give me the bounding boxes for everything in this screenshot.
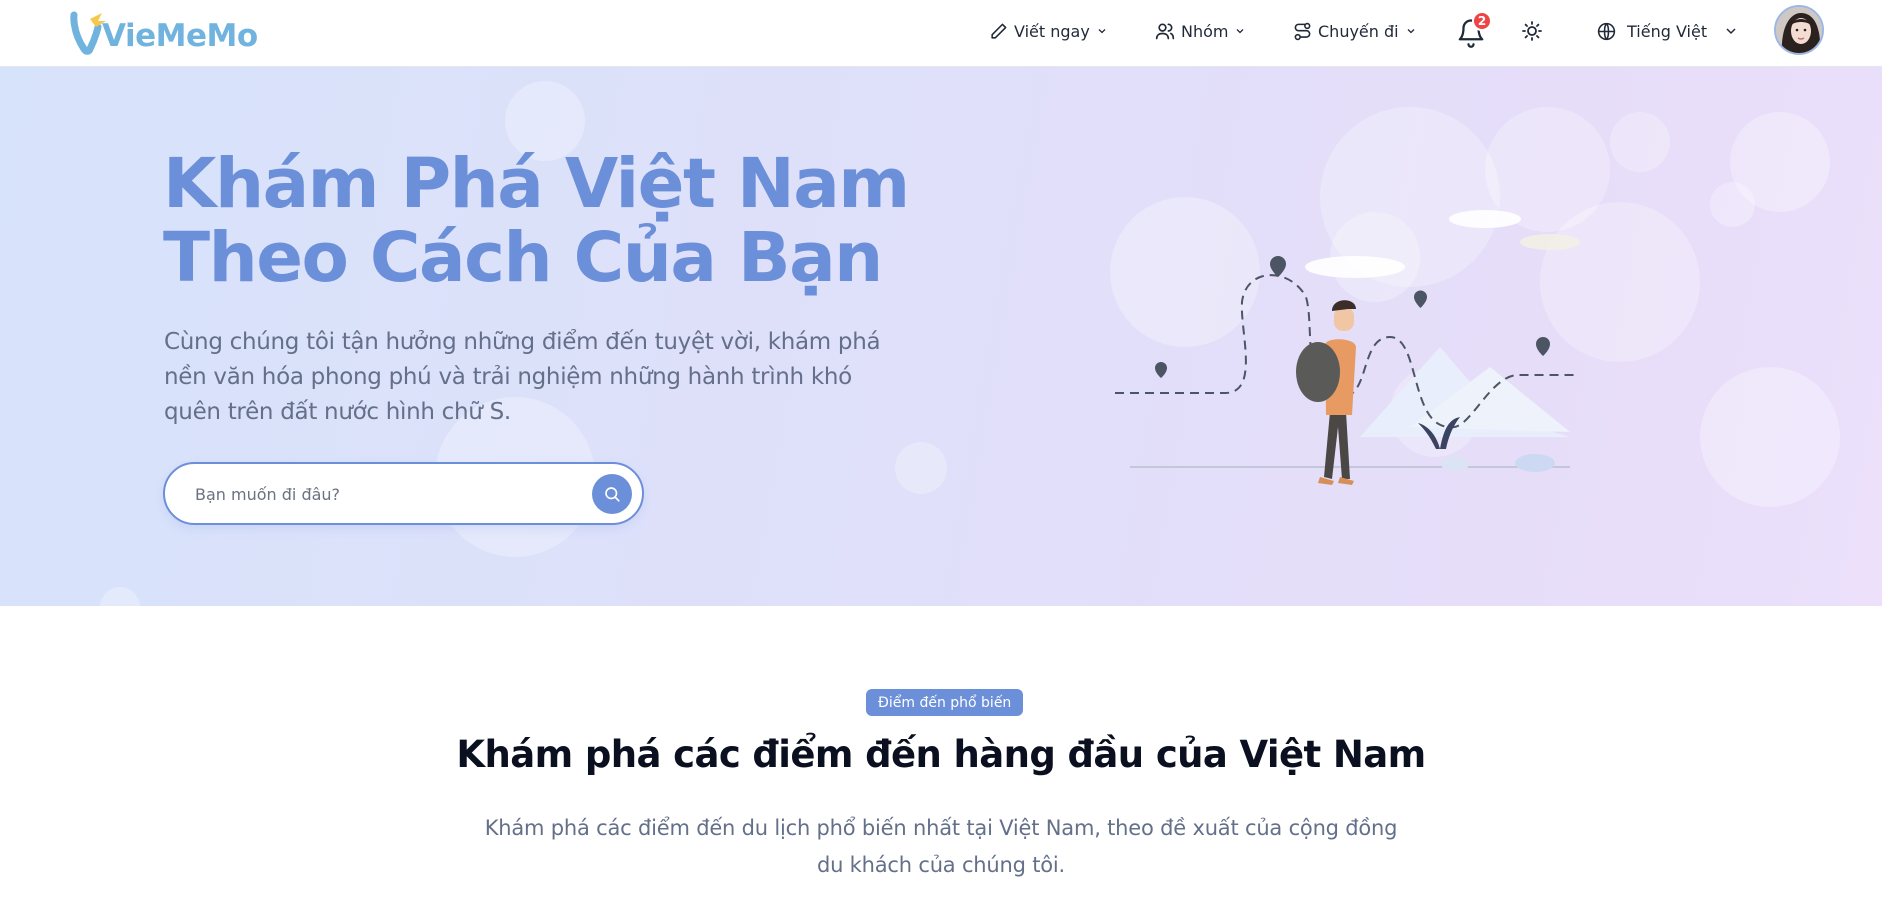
search-icon xyxy=(605,487,620,502)
logo-pin-icon xyxy=(68,9,112,57)
brand-logo[interactable]: VieMeMo xyxy=(68,8,258,58)
decor-bubble xyxy=(1710,182,1755,227)
nav-group-dropdown[interactable]: Nhóm xyxy=(1155,18,1246,44)
top-navbar: VieMeMo Viết ngay Nhóm Chuyến đi 2 Tiếng… xyxy=(0,0,1882,67)
chevron-down-icon xyxy=(1098,29,1106,34)
hero-title-line2: Theo Cách Của Bạn xyxy=(163,218,883,298)
chevron-down-icon xyxy=(1407,29,1415,34)
pencil-icon xyxy=(991,23,1007,39)
destination-search-box xyxy=(163,462,644,525)
users-icon xyxy=(1155,23,1175,40)
logo-text: VieMeMo xyxy=(102,18,258,54)
nav-trip-dropdown[interactable]: Chuyến đi xyxy=(1293,18,1417,44)
notification-button[interactable]: 2 xyxy=(1456,11,1492,48)
decor-bubble xyxy=(1610,112,1670,172)
chevron-down-icon xyxy=(1726,28,1736,35)
nav-write-dropdown[interactable]: Viết ngay xyxy=(989,18,1108,44)
language-label: Tiếng Việt xyxy=(1627,21,1708,41)
section-title: Khám phá các điểm đến hàng đầu của Việt … xyxy=(456,733,1426,776)
destination-search-input[interactable] xyxy=(195,480,565,508)
globe-icon xyxy=(1597,22,1616,40)
hero-section: Khám Phá Việt Nam Theo Cách Của Bạn Cùng… xyxy=(0,67,1882,606)
traveler-illustration xyxy=(1115,210,1580,485)
sun-icon xyxy=(1522,21,1542,41)
notification-count-badge: 2 xyxy=(1472,11,1492,31)
hero-subtitle: Cùng chúng tôi tận hưởng những điểm đến … xyxy=(164,329,881,425)
section-description: Khám phá các điểm đến du lịch phổ biến n… xyxy=(484,816,1398,877)
language-selector[interactable]: Tiếng Việt xyxy=(1596,18,1739,44)
search-button[interactable] xyxy=(592,474,632,514)
chevron-down-icon xyxy=(1237,29,1244,34)
popular-destinations-badge: Điểm đến phổ biến xyxy=(866,689,1024,716)
nav-write-label: Viết ngay xyxy=(1014,21,1090,41)
decor-bubble xyxy=(100,587,140,606)
user-avatar-image xyxy=(1776,7,1822,53)
route-icon xyxy=(1294,22,1311,40)
nav-trip-label: Chuyến đi xyxy=(1318,21,1399,41)
decor-bubble xyxy=(1700,367,1840,507)
theme-toggle-button[interactable] xyxy=(1520,19,1544,43)
decor-bubble xyxy=(895,442,947,494)
hero-title-line1: Khám Phá Việt Nam xyxy=(163,144,910,224)
user-avatar[interactable] xyxy=(1774,5,1824,55)
nav-group-label: Nhóm xyxy=(1181,21,1229,41)
hero-title: Khám Phá Việt Nam Theo Cách Của Bạn xyxy=(163,147,963,295)
